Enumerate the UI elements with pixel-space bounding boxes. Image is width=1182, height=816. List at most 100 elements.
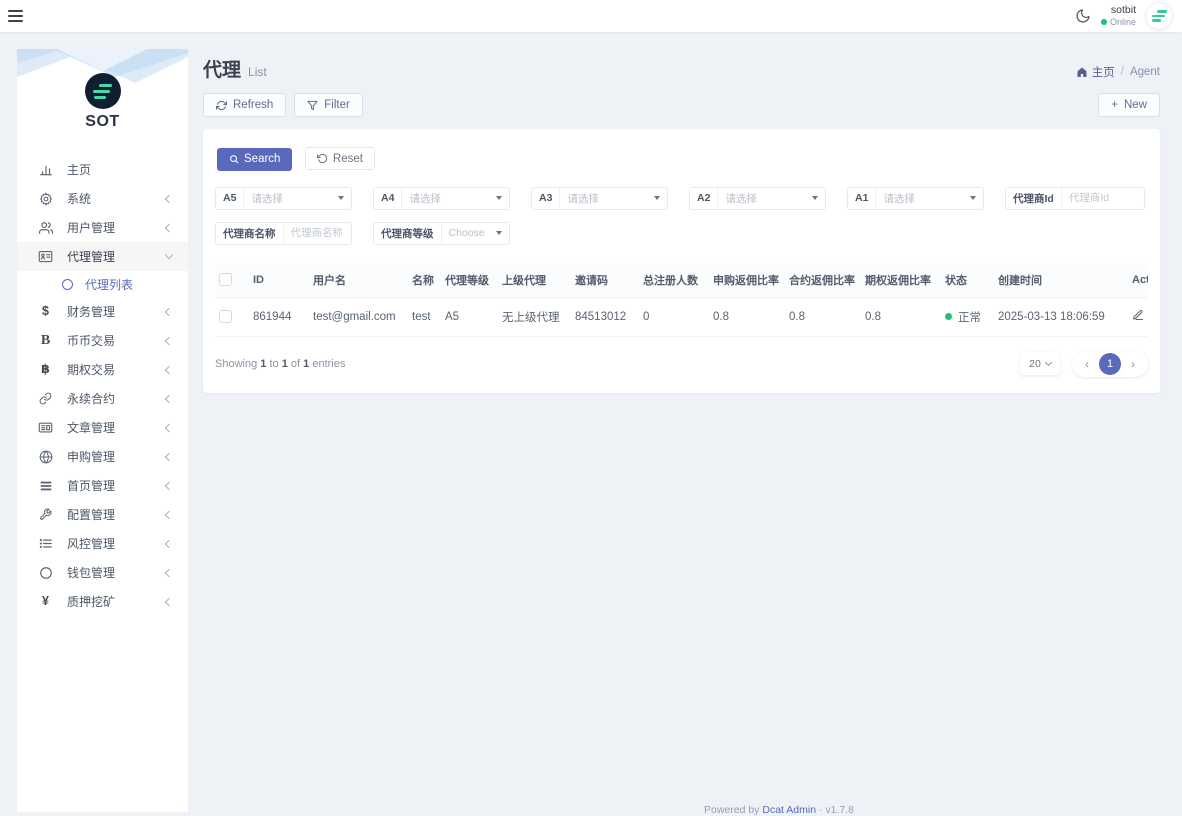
sidebar-brand[interactable]: SOT: [17, 49, 188, 139]
search-button[interactable]: Search: [217, 148, 292, 171]
sidebar-item-label: 首页管理: [67, 477, 166, 494]
dark-mode-moon-icon[interactable]: [1075, 8, 1091, 24]
col-option-rebate: 期权返佣比率: [861, 263, 941, 298]
chevron-left-icon: [165, 194, 173, 202]
filter-agent-id: 代理商Id: [1005, 187, 1145, 210]
breadcrumb: 主页 / Agent: [1076, 64, 1160, 82]
filter-a4: A4 请选择: [373, 187, 510, 210]
undo-icon: [317, 153, 328, 164]
plus-icon: +: [1111, 99, 1118, 111]
page-1-button[interactable]: 1: [1099, 353, 1121, 375]
hamburger-menu-icon[interactable]: [8, 7, 30, 25]
col-created-at: 创建时间: [994, 263, 1128, 298]
chevron-left-icon: [165, 423, 173, 431]
agent-id-input[interactable]: [1062, 188, 1144, 209]
home-icon: [1076, 66, 1088, 78]
chevron-left-icon: [165, 307, 173, 315]
sidebar-item-agent-management[interactable]: 代理管理: [17, 242, 188, 271]
status-badge: 正常: [958, 309, 981, 325]
sidebar-item-home[interactable]: 主页: [17, 155, 188, 184]
next-page-button[interactable]: ›: [1123, 358, 1143, 370]
select-all-checkbox[interactable]: [219, 273, 232, 286]
page-title: 代理List: [203, 55, 267, 82]
brand-name: SOT: [17, 113, 188, 131]
caret-down-icon: [1045, 358, 1052, 365]
sidebar-menu: 主页 系统 用户管理 代理管理 代理列表: [17, 139, 188, 616]
sidebar-item-staking[interactable]: ¥ 质押挖矿: [17, 587, 188, 616]
newspaper-icon: [37, 420, 54, 435]
a1-select[interactable]: 请选择: [876, 188, 983, 209]
dollar-icon: $: [37, 305, 54, 318]
sidebar-item-agent-list[interactable]: 代理列表: [17, 271, 188, 297]
new-button[interactable]: + New: [1098, 93, 1160, 117]
chevron-down-icon: [165, 251, 173, 259]
sidebar-item-subscription[interactable]: 申购管理: [17, 442, 188, 471]
a3-select[interactable]: 请选择: [560, 188, 667, 209]
agent-level-select[interactable]: Choose: [442, 223, 510, 244]
a2-select[interactable]: 请选择: [718, 188, 825, 209]
agent-name-input[interactable]: [284, 223, 352, 244]
id-card-icon: [37, 249, 54, 264]
sidebar-item-label: 质押挖矿: [67, 593, 166, 610]
letter-b-icon: B: [37, 334, 54, 348]
caret-down-icon: [812, 196, 818, 200]
bars-icon: [37, 479, 54, 493]
filter-a5: A5 请选择: [215, 187, 352, 210]
sidebar-item-homepage[interactable]: 首页管理: [17, 471, 188, 500]
chevron-left-icon: [165, 365, 173, 373]
sidebar-item-system[interactable]: 系统: [17, 184, 188, 213]
chevron-left-icon: [165, 597, 173, 605]
breadcrumb-separator: /: [1121, 66, 1124, 78]
breadcrumb-home-link[interactable]: 主页: [1076, 64, 1115, 80]
main-content: 代理List 主页 / Agent Refresh Filter + New: [188, 32, 1182, 812]
sidebar: SOT 主页 系统 用户管理 代理管理: [17, 49, 188, 812]
search-icon: [229, 154, 239, 164]
filter-grid: A5 请选择 A4 请选择 A3 请选择 A2 请选择 A1 请选择 代理商Id: [215, 187, 1148, 245]
caret-down-icon: [654, 196, 660, 200]
edit-pencil-icon[interactable]: [1132, 309, 1144, 324]
entries-summary: Showing 1 to 1 of 1 entries: [215, 358, 345, 370]
sidebar-item-users[interactable]: 用户管理: [17, 213, 188, 242]
sidebar-item-label: 财务管理: [67, 303, 166, 320]
filter-button[interactable]: Filter: [294, 93, 363, 117]
sidebar-item-wallet[interactable]: 钱包管理: [17, 558, 188, 587]
caret-down-icon: [338, 196, 344, 200]
sidebar-item-label: 文章管理: [67, 419, 166, 436]
sidebar-item-label: 配置管理: [67, 506, 166, 523]
cell-contract-rebate: 0.8: [785, 297, 861, 336]
col-action: Action: [1128, 263, 1148, 298]
chevron-left-icon: [165, 539, 173, 547]
a4-select[interactable]: 请选择: [402, 188, 509, 209]
cell-status: 正常: [941, 297, 994, 336]
sidebar-item-label: 期权交易: [67, 361, 166, 378]
a5-select[interactable]: 请选择: [244, 188, 351, 209]
prev-page-button[interactable]: ‹: [1077, 358, 1097, 370]
refresh-button[interactable]: Refresh: [203, 93, 286, 117]
sidebar-item-risk-control[interactable]: 风控管理: [17, 529, 188, 558]
dcat-admin-link[interactable]: Dcat Admin: [762, 804, 816, 816]
sot-logo-icon: [85, 73, 121, 109]
per-page-select[interactable]: 20: [1020, 352, 1060, 375]
sidebar-item-spot-trade[interactable]: B 币币交易: [17, 326, 188, 355]
row-checkbox[interactable]: [219, 310, 232, 323]
cell-name: test: [408, 297, 441, 336]
users-icon: [37, 221, 54, 235]
sidebar-item-finance[interactable]: $ 财务管理: [17, 297, 188, 326]
filter-label: 代理商等级: [374, 223, 442, 244]
sidebar-item-label: 申购管理: [67, 448, 166, 465]
circle-icon: [37, 566, 54, 580]
sidebar-item-configuration[interactable]: 配置管理: [17, 500, 188, 529]
chevron-left-icon: [165, 481, 173, 489]
page-subtitle: List: [248, 65, 267, 79]
col-agent-level: 代理等级: [441, 263, 498, 298]
reset-button[interactable]: Reset: [305, 147, 375, 170]
sidebar-item-options-trade[interactable]: ฿ 期权交易: [17, 355, 188, 384]
cell-subscribe-rebate: 0.8: [709, 297, 785, 336]
sidebar-item-articles[interactable]: 文章管理: [17, 413, 188, 442]
online-status: Online: [1101, 17, 1136, 28]
caret-down-icon: [496, 196, 502, 200]
user-avatar[interactable]: [1146, 3, 1172, 29]
filter-a2: A2 请选择: [689, 187, 826, 210]
col-status: 状态: [941, 263, 994, 298]
sidebar-item-perpetual[interactable]: 永续合约: [17, 384, 188, 413]
